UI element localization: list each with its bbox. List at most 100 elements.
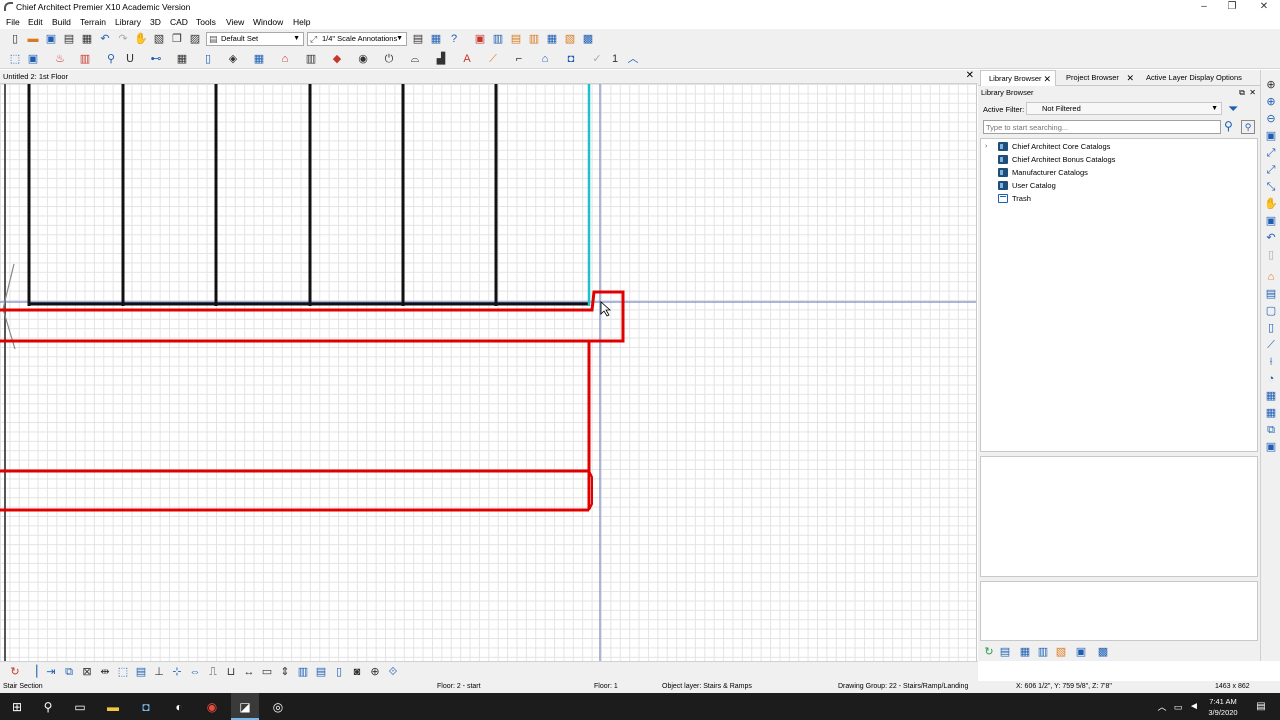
menu-3d[interactable]: 3D — [150, 17, 161, 27]
tree-view-icon[interactable]: ▦ — [1018, 645, 1032, 659]
stretch-icon[interactable]: ⇕ — [278, 665, 292, 679]
tag-icon[interactable]: ⟐ — [386, 665, 400, 679]
tree-item-manufacturer-catalogs[interactable]: Manufacturer Catalogs — [981, 166, 1251, 179]
stair-spread-icon[interactable]: ▥ — [296, 665, 310, 679]
edit-mode-icon[interactable]: ▣ — [26, 52, 40, 66]
new-file-icon[interactable]: ▯ — [8, 32, 22, 46]
edit-library-icon[interactable]: ▧ — [1054, 645, 1068, 659]
windows-start-icon[interactable]: ⊞ — [9, 699, 25, 715]
active-filter-select[interactable]: Not Filtered ▼ — [1026, 102, 1222, 115]
symbol-icon[interactable]: ◙ — [350, 665, 364, 679]
close-document-icon[interactable]: ✕ — [966, 70, 974, 81]
cut-icon[interactable]: ▧ — [152, 32, 166, 46]
fixture-icon[interactable]: ♨ — [53, 52, 67, 66]
menu-edit[interactable]: Edit — [28, 17, 43, 27]
library-search-input[interactable] — [983, 120, 1221, 134]
copy-paste-icon[interactable]: ⧉ — [62, 665, 76, 679]
measure-icon[interactable]: ⟋ — [1264, 338, 1278, 352]
obs-icon[interactable]: ◎ — [270, 699, 286, 715]
disabled-view-icon[interactable]: ▯ — [1264, 248, 1278, 262]
tray-chevron-icon[interactable]: ︿ — [1154, 699, 1170, 715]
terrain-tool-icon[interactable]: ◉ — [356, 52, 370, 66]
filter-icon[interactable]: ⏷ — [1228, 101, 1238, 117]
camera-tool-icon[interactable]: ◘ — [564, 52, 578, 66]
chevron-up-icon[interactable]: ︿ — [626, 52, 640, 66]
document-tab[interactable]: Untitled 2: 1st Floor ✕ — [0, 70, 978, 84]
zoom-icon[interactable]: ⊕ — [1264, 78, 1278, 92]
fill-window-all-icon[interactable]: ⤡ — [1264, 180, 1278, 194]
list-view-icon[interactable]: ▥ — [1036, 645, 1050, 659]
zoom-in-icon[interactable]: ⊕ — [1264, 95, 1278, 109]
point-to-point-icon[interactable]: ⊹ — [170, 665, 184, 679]
resize-icon[interactable]: ↔ — [242, 665, 256, 679]
advanced-search-icon[interactable]: ⚲ — [1241, 120, 1255, 134]
refresh-icon[interactable]: ↻ — [982, 645, 996, 659]
camera-icon[interactable]: ▣ — [473, 32, 487, 46]
help-question-icon[interactable]: ? — [447, 32, 461, 46]
open-object-icon[interactable]: ▕ — [26, 665, 40, 679]
deck-tool-icon[interactable]: ▥ — [304, 52, 318, 66]
menu-window[interactable]: Window — [253, 17, 283, 27]
layer-icon[interactable]: ▢ — [1264, 304, 1278, 318]
reverse-icon[interactable]: ↻ — [8, 665, 22, 679]
file-explorer-icon[interactable]: ▬ — [105, 699, 121, 715]
stairs-tool-icon[interactable]: ◈ — [226, 52, 240, 66]
callout-tool-icon[interactable]: A — [460, 52, 474, 66]
auto-rebuild-icon[interactable]: ▯ — [332, 665, 346, 679]
plumbing-icon[interactable]: ⌓ — [408, 52, 422, 66]
pan-window-icon[interactable]: ✋ — [1264, 197, 1278, 211]
options-dropdown-icon[interactable]: ▣ — [1074, 645, 1088, 659]
undo-zoom-icon[interactable]: ▣ — [1264, 129, 1278, 143]
bumper-icon[interactable]: ▣ — [1264, 440, 1278, 454]
move-icon[interactable]: ⇹ — [98, 665, 112, 679]
floor-up-icon[interactable]: ⌂ — [1264, 270, 1278, 284]
check-icon[interactable]: ✓ — [590, 52, 604, 66]
menu-tools[interactable]: Tools — [196, 17, 216, 27]
layout-icon[interactable]: ▧ — [563, 32, 577, 46]
snap-icon[interactable]: ⟊ — [1264, 355, 1278, 369]
print-icon[interactable]: ▤ — [62, 32, 76, 46]
floor-down-icon[interactable]: ▤ — [1264, 287, 1278, 301]
home-icon[interactable]: ⌂ — [538, 52, 552, 66]
mirror-icon[interactable]: ⇔ — [188, 665, 202, 679]
section-view-icon[interactable]: ▥ — [527, 32, 541, 46]
plan-view-icon[interactable]: ▦ — [545, 32, 559, 46]
elevation-icon[interactable]: ▤ — [509, 32, 523, 46]
stair-flip-icon[interactable]: ▤ — [314, 665, 328, 679]
add-layout-icon[interactable]: ⊕ — [368, 665, 382, 679]
menu-build[interactable]: Build — [52, 17, 71, 27]
tree-item-trash[interactable]: Trash — [981, 192, 1251, 205]
notifications-icon[interactable]: ▤ — [1253, 699, 1269, 715]
taskbar-clock[interactable]: 7:41 AM 3/9/2020 — [1198, 696, 1248, 718]
make-break-icon[interactable]: ⊔ — [224, 665, 238, 679]
close-icon[interactable]: ✕ — [1248, 0, 1280, 15]
menu-view[interactable]: View — [226, 17, 244, 27]
grid-snap-icon[interactable]: ▦ — [1264, 389, 1278, 403]
open-folder-icon[interactable]: ▬ — [26, 32, 40, 46]
rotate-icon[interactable]: ⎍ — [206, 665, 220, 679]
copy-icon[interactable]: ❐ — [170, 32, 184, 46]
new-page-icon[interactable]: ▯ — [1264, 321, 1278, 335]
network-icon[interactable]: ▭ — [1170, 699, 1186, 715]
framing-icon[interactable]: ▦ — [252, 52, 266, 66]
draw-line-icon[interactable]: ⟋ — [486, 52, 500, 66]
close-tab-icon[interactable]: ✕ — [1043, 71, 1051, 87]
close-tab-icon[interactable]: ✕ — [1126, 70, 1134, 86]
reference-view-icon[interactable]: ↶ — [1264, 231, 1278, 245]
wall-tool-icon[interactable]: ▥ — [78, 52, 92, 66]
search-icon[interactable]: ⚲ — [40, 699, 56, 715]
expand-arrow-icon[interactable]: › — [985, 140, 987, 153]
view-mode-icon[interactable]: ▤ — [998, 645, 1012, 659]
dimension-icon[interactable]: ⊷ — [149, 52, 163, 66]
print-preview-icon[interactable]: ▦ — [80, 32, 94, 46]
tab-library-browser[interactable]: Library Browser ✕ — [980, 70, 1056, 86]
stair-props-icon[interactable]: ▤ — [134, 665, 148, 679]
drawing-canvas[interactable] — [0, 84, 977, 661]
text-tool-icon[interactable]: ▟ — [434, 52, 448, 66]
search-icon[interactable]: ⚲ — [1224, 119, 1233, 133]
fill-building-icon[interactable]: ⤢ — [1264, 163, 1278, 177]
layer-set-dropdown[interactable]: ▤ Default Set ▼ — [206, 32, 304, 46]
task-view-icon[interactable]: ▭ — [72, 699, 88, 715]
center-object-icon[interactable]: ⇥ — [44, 665, 58, 679]
paste-icon[interactable]: ▨ — [188, 32, 202, 46]
